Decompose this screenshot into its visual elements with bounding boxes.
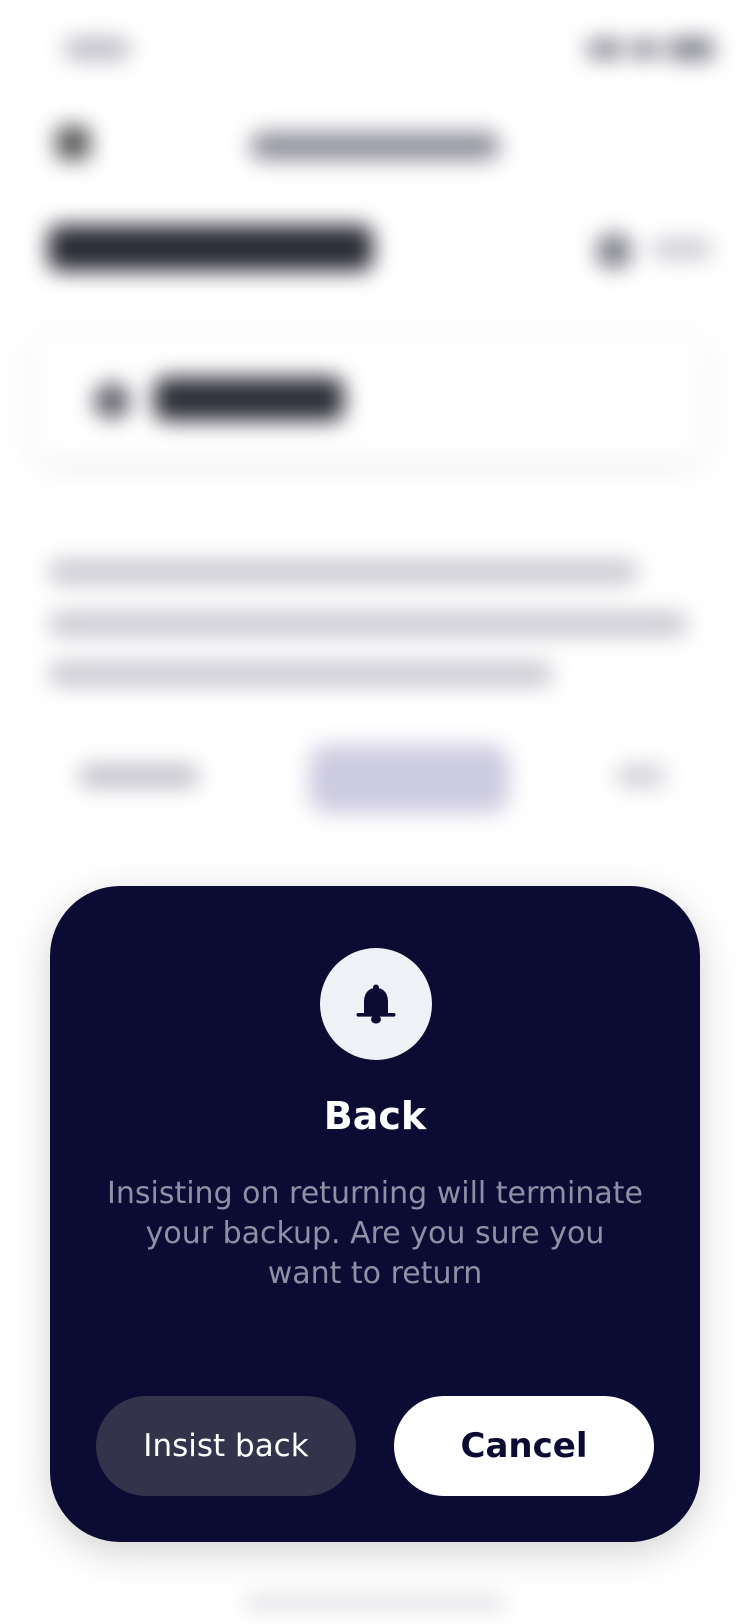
nav-title xyxy=(250,132,500,160)
dialog-title: Back xyxy=(323,1094,427,1138)
option-tab xyxy=(79,765,199,787)
card-icon xyxy=(94,383,130,419)
heading-icon xyxy=(596,233,632,269)
heading-tag xyxy=(652,239,712,259)
status-time xyxy=(64,38,130,60)
wifi-icon xyxy=(632,40,658,58)
description-line xyxy=(48,560,638,584)
page-heading xyxy=(48,225,373,271)
status-icons xyxy=(584,36,714,62)
back-confirmation-dialog: Back Insisting on returning will termina… xyxy=(50,886,700,1542)
back-arrow-icon xyxy=(56,126,90,160)
option-tab-selected xyxy=(309,745,509,813)
description-line xyxy=(48,662,553,686)
status-bar xyxy=(0,0,750,90)
cancel-button[interactable]: Cancel xyxy=(394,1396,654,1496)
option-tab xyxy=(616,765,666,787)
signal-icon xyxy=(588,40,622,58)
battery-icon xyxy=(668,38,714,60)
nav-bar xyxy=(0,110,750,180)
bell-icon xyxy=(356,984,396,1024)
card-text xyxy=(154,377,344,421)
option-tabs xyxy=(34,725,714,825)
dialog-message: Insisting on returning will terminate yo… xyxy=(107,1176,643,1291)
dialog-icon-circle xyxy=(320,948,432,1060)
phrase-card xyxy=(34,335,704,460)
heading-row xyxy=(0,215,750,285)
home-indicator xyxy=(245,1598,505,1608)
insist-back-button[interactable]: Insist back xyxy=(96,1396,356,1496)
description-line xyxy=(48,612,688,636)
